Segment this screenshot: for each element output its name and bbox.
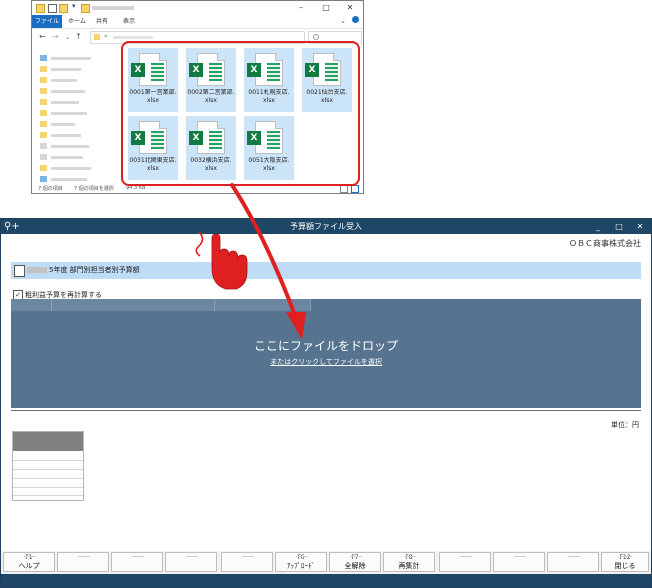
window-title-blurred	[92, 6, 134, 10]
f12-close-button[interactable]: F12 閉じる	[601, 552, 649, 572]
selected-count: 7 個の項目を選択	[74, 186, 114, 192]
company-name: ＯＢＣ商事株式会社	[569, 239, 641, 248]
tab-file[interactable]: ファイル	[32, 15, 62, 28]
navigation-pane	[32, 47, 118, 183]
forward-icon[interactable]: →	[52, 32, 59, 41]
expand-ribbon-icon[interactable]: ⌄	[340, 17, 346, 25]
f7-clear-all-button[interactable]: F7 全解除	[329, 552, 381, 572]
section-title: 5年度 部門別担当者別予算額	[27, 265, 140, 275]
up-icon[interactable]: ↑	[75, 32, 82, 41]
folder-icon	[94, 34, 100, 40]
fkey-button-10[interactable]	[493, 552, 545, 572]
grid-column	[214, 299, 311, 311]
maximize-button[interactable]: □	[608, 219, 630, 234]
f1-help-button[interactable]: F1 ヘルプ	[3, 552, 55, 572]
quick-access-dropdown-icon[interactable]: ▾	[72, 2, 76, 10]
fkey-button-5[interactable]	[221, 552, 273, 572]
drop-here-text: ここにファイルをドロップ	[253, 339, 398, 353]
f6-upload-button[interactable]: F6 ｱｯﾌﾟﾛｰﾄﾞ	[275, 552, 327, 572]
close-button[interactable]: ✕	[629, 219, 651, 234]
breadcrumb-blurred	[113, 36, 153, 39]
select-file-link[interactable]: またはクリックしてファイルを選択	[270, 358, 382, 366]
minimize-button[interactable]: –	[289, 1, 313, 15]
era-blurred	[27, 267, 47, 273]
breadcrumb-overflow-icon[interactable]: «	[104, 33, 108, 40]
close-button[interactable]: ✕	[338, 1, 362, 15]
window-title: 予算額ファイル受入	[290, 222, 362, 231]
file-drop-zone[interactable]: ここにファイルをドロップ またはクリックしてファイルを選択	[11, 299, 641, 408]
table-row	[13, 460, 83, 461]
select-file-link-wrap: またはクリックしてファイルを選択	[11, 357, 641, 367]
f8-recalc-button[interactable]: F8 再集計	[383, 552, 435, 572]
selection-highlight-box	[121, 41, 360, 186]
unit-label: 単位：円	[611, 421, 639, 429]
back-icon[interactable]: ←	[39, 32, 46, 41]
bottom-status-strip	[1, 574, 651, 587]
folder-icon	[81, 4, 90, 13]
help-icon[interactable]	[352, 16, 359, 23]
folder-icon	[36, 4, 45, 13]
minimize-button[interactable]: _	[587, 219, 609, 234]
recent-dropdown-icon[interactable]: ⌄	[65, 34, 70, 41]
large-icons-view-icon[interactable]	[351, 185, 359, 193]
fkey-button-11[interactable]	[547, 552, 599, 572]
table-row	[13, 495, 83, 496]
fkey-button-4[interactable]	[165, 552, 217, 572]
explorer-title-bar: ▾ – □ ✕	[32, 1, 363, 15]
table-row	[13, 487, 83, 488]
grid-column	[51, 299, 215, 311]
divider	[11, 410, 641, 411]
fkey-button-2[interactable]	[57, 552, 109, 572]
table-row	[13, 469, 83, 470]
search-icon	[313, 34, 319, 40]
ribbon-tabs: ファイル ホーム 共有 表示 ⌄	[32, 15, 363, 29]
grid-column	[11, 299, 52, 311]
tab-share[interactable]: 共有	[96, 15, 108, 28]
summary-table	[12, 431, 84, 501]
tab-home[interactable]: ホーム	[68, 15, 86, 28]
maximize-button[interactable]: □	[314, 1, 338, 15]
tab-view[interactable]: 表示	[123, 15, 135, 28]
app-title-bar: ⚲+ 予算額ファイル受入 _ □ ✕	[1, 219, 651, 234]
grid-header-ghost	[11, 299, 311, 311]
fkey-button-3[interactable]	[111, 552, 163, 572]
item-count: 7 個の項目	[38, 186, 63, 192]
new-folder-icon[interactable]	[59, 4, 68, 13]
document-icon	[14, 265, 25, 277]
table-header	[13, 432, 83, 451]
function-key-bar: F1 ヘルプ F6 ｱｯﾌﾟﾛｰﾄﾞ F7 全解除 F8 再集計 F12 閉じる	[1, 551, 651, 574]
fkey-button-9[interactable]	[439, 552, 491, 572]
section-header: 5年度 部門別担当者別予算額	[11, 262, 641, 279]
budget-import-window: ⚲+ 予算額ファイル受入 _ □ ✕ ＯＢＣ商事株式会社 5年度 部門別担当者別…	[0, 218, 652, 588]
table-row	[13, 478, 83, 479]
properties-icon[interactable]	[48, 4, 57, 13]
details-view-icon[interactable]	[340, 185, 348, 193]
